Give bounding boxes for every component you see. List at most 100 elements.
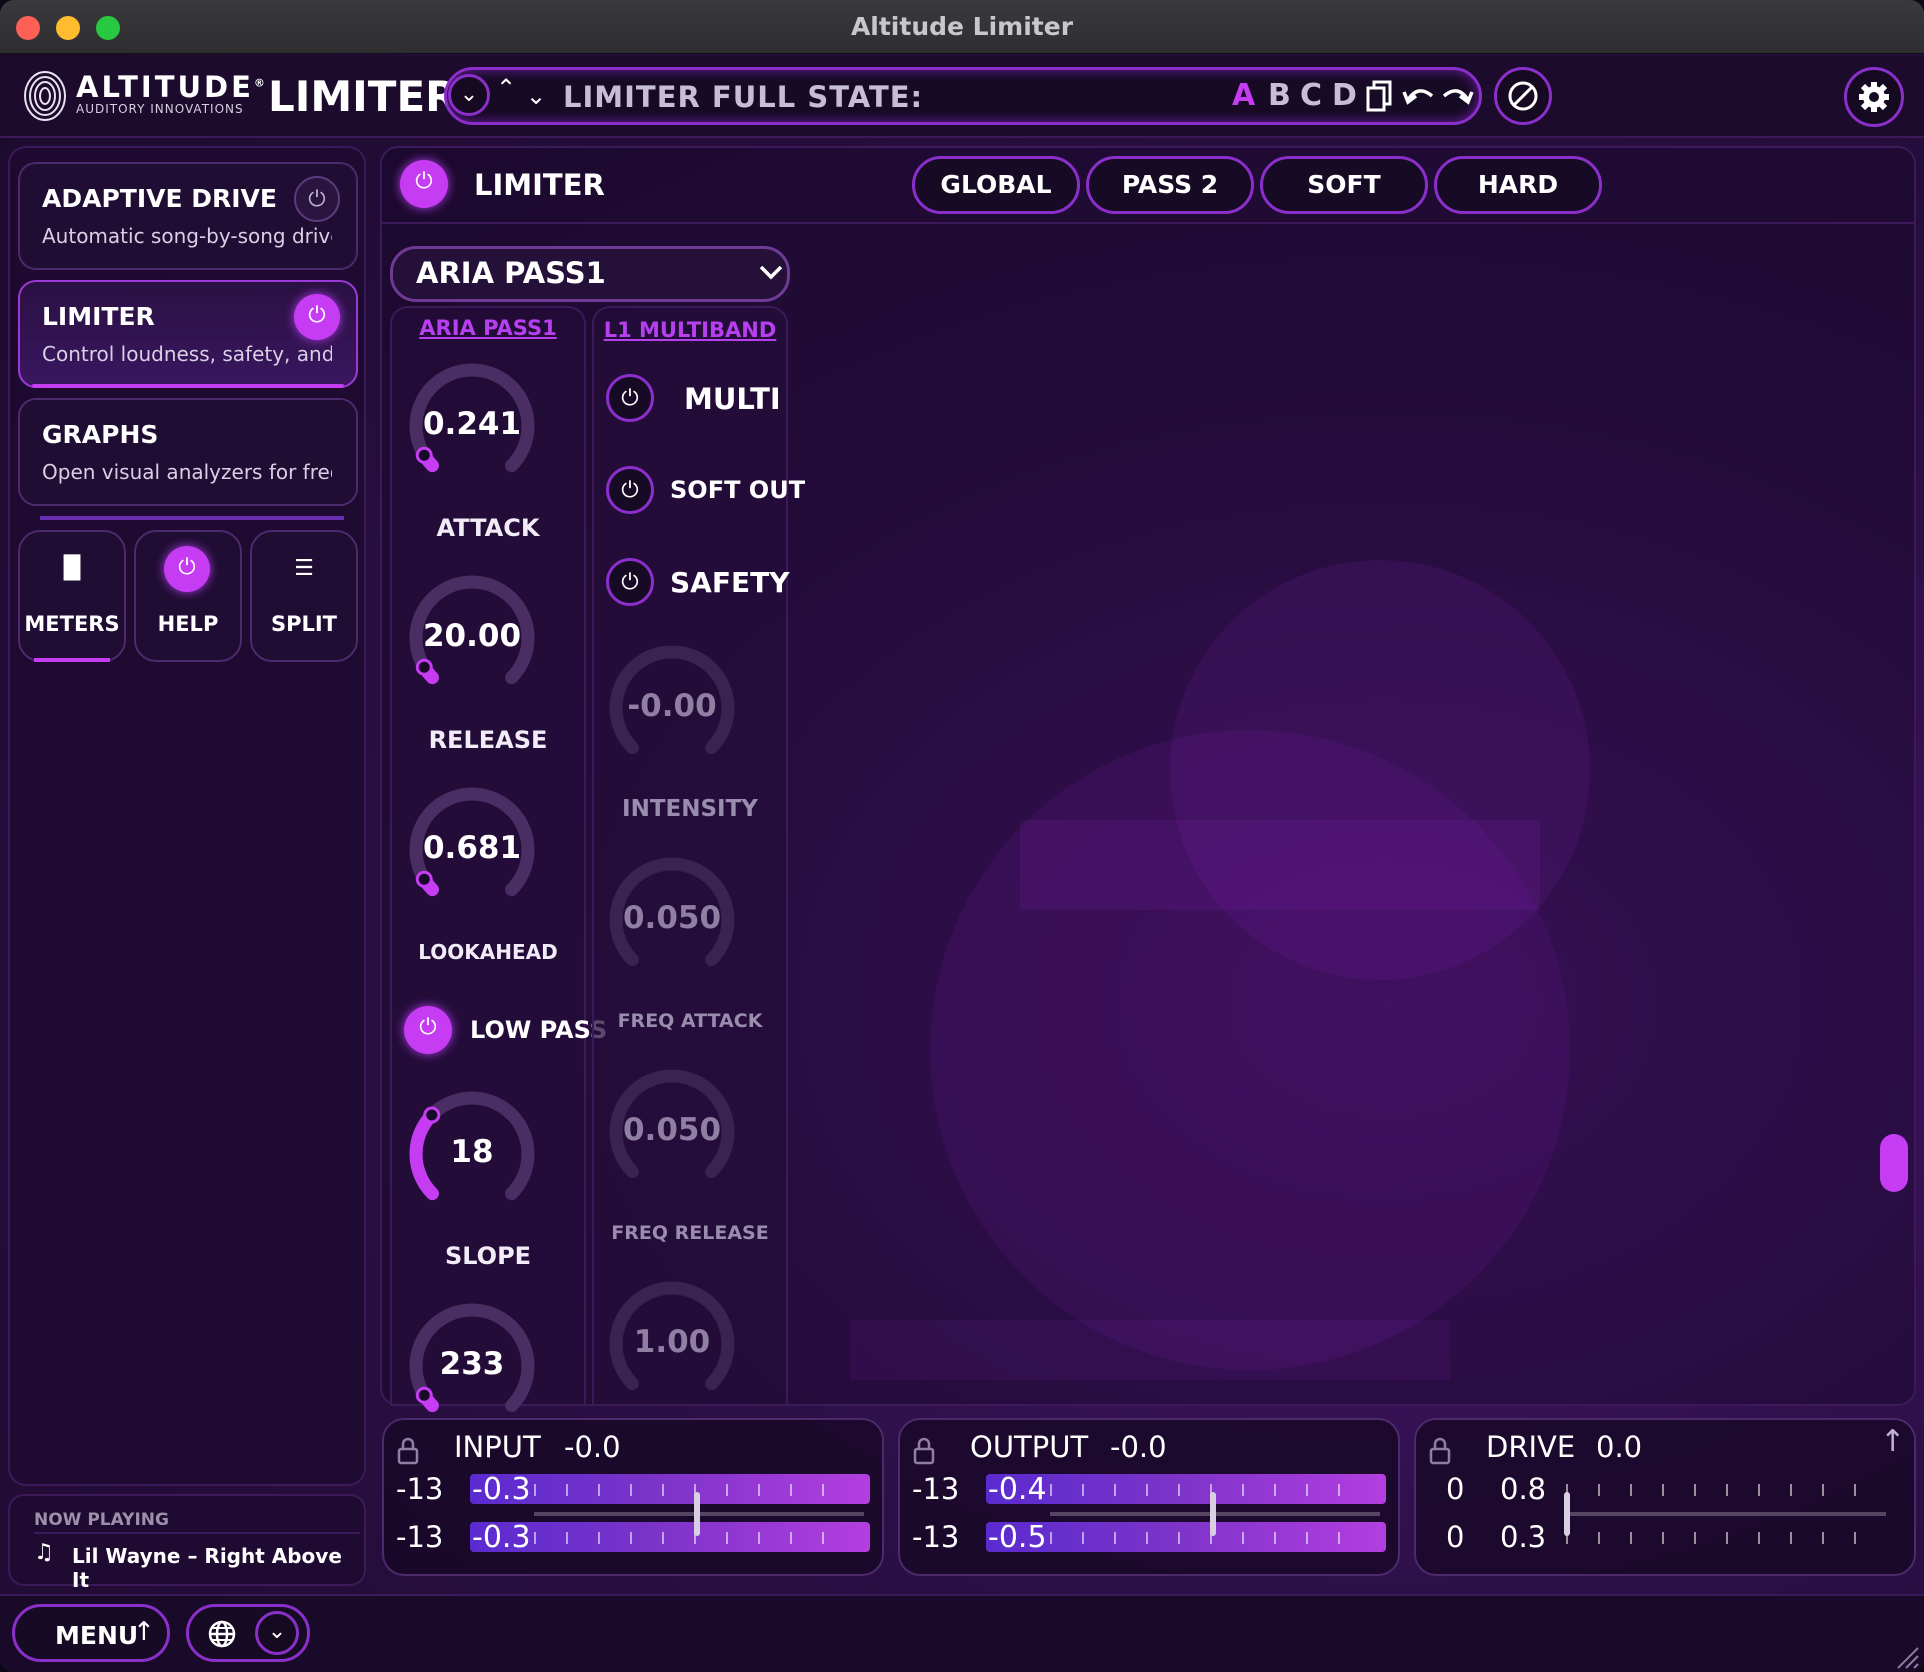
redo-icon[interactable]	[1440, 82, 1474, 110]
module-title: GRAPHS	[42, 420, 159, 449]
low-pass-label: LOW PASS	[470, 1016, 608, 1044]
knob-value: 233	[439, 1346, 505, 1382]
help-button[interactable]: ⏻ HELP	[134, 530, 242, 662]
arrow-up-icon[interactable]: ↑	[1880, 1424, 1905, 1459]
level-value: -0.3	[472, 1520, 531, 1555]
knob-label: RELEASE	[428, 726, 548, 754]
slot-b-button[interactable]: B	[1268, 78, 1291, 113]
limiter-power-toggle[interactable]: ⏻	[400, 160, 448, 208]
soft-out-toggle[interactable]: ⏻	[606, 466, 654, 514]
slot-a-button[interactable]: A	[1232, 78, 1255, 113]
now-playing-track: Lil Wayne – Right Above It	[72, 1544, 342, 1592]
knob-indicator	[423, 1106, 441, 1124]
level-value: 0.3	[1500, 1520, 1547, 1554]
level-value: -0.3	[472, 1472, 531, 1507]
meter-value: -0.0	[564, 1430, 621, 1464]
knob-indicator	[415, 870, 433, 888]
slider-thumb[interactable]	[694, 1492, 700, 1536]
power-icon: ⏻	[621, 386, 639, 411]
scrollbar-thumb[interactable]	[1880, 1134, 1908, 1192]
active-indicator	[34, 658, 110, 662]
bypass-icon	[1508, 81, 1538, 111]
slot-c-button[interactable]: C	[1300, 78, 1322, 113]
meter-ticks	[1566, 1484, 1886, 1496]
lock-icon[interactable]	[912, 1436, 936, 1466]
column-heading[interactable]: ARIA PASS1	[390, 316, 586, 340]
module-card-graphs[interactable]: GRAPHS Open visual analyzers for freque.…	[18, 398, 358, 506]
copy-icon[interactable]	[1366, 80, 1394, 112]
meters-button[interactable]: ▐▌ METERS	[18, 530, 126, 662]
power-icon: ⏻	[415, 169, 433, 194]
menu-label: MENU	[55, 1621, 139, 1650]
soft-out-label: SOFT OUT	[670, 476, 806, 504]
gear-icon	[1859, 82, 1889, 112]
window-title: Altitude Limiter	[850, 12, 1074, 41]
bar-chart-icon: ▐▌	[55, 556, 89, 581]
module-title: LIMITER	[42, 302, 155, 331]
tab-global[interactable]: GLOBAL	[912, 156, 1080, 214]
knob-indicator	[415, 658, 433, 676]
lock-icon[interactable]	[396, 1436, 420, 1466]
meter-min: -13	[396, 1472, 444, 1506]
menu-button[interactable]: MENU ↑	[12, 1604, 170, 1662]
column-heading[interactable]: L1 MULTIBAND	[592, 318, 788, 342]
state-label: LIMITER FULL STATE:	[563, 80, 924, 114]
multi-toggle[interactable]: ⏻	[606, 374, 654, 422]
meter-drive: DRIVE 0.0 0 0.8 0 0.3 ↑	[1414, 1418, 1916, 1576]
drive-slider-track[interactable]	[1566, 1512, 1886, 1516]
module-card-limiter[interactable]: LIMITER Control loudness, safety, and li…	[18, 280, 358, 388]
state-dropdown-button[interactable]: ⌄	[448, 74, 490, 116]
safety-toggle[interactable]: ⏻	[606, 558, 654, 606]
language-selector[interactable]: ⌄	[186, 1604, 310, 1662]
tab-soft[interactable]: SOFT	[1260, 156, 1428, 214]
split-button[interactable]: ☰ SPLIT	[250, 530, 358, 662]
meter-min: 0	[1446, 1520, 1465, 1554]
knob-label: INTENSITY	[622, 796, 758, 822]
undo-icon[interactable]	[1402, 82, 1436, 110]
knob-label: FREQ ATTACK	[617, 1010, 763, 1032]
slot-d-button[interactable]: D	[1332, 78, 1357, 113]
bypass-button[interactable]	[1494, 67, 1552, 125]
level-value: -0.4	[988, 1472, 1047, 1507]
title-bar: Altitude Limiter	[0, 0, 1924, 54]
meter-min: 0	[1446, 1472, 1465, 1506]
meter-label: INPUT	[454, 1430, 541, 1464]
knob-indicator	[415, 1386, 433, 1404]
meter-min: -13	[912, 1520, 960, 1554]
slider-thumb[interactable]	[1564, 1492, 1570, 1536]
meter-min: -13	[396, 1520, 444, 1554]
knob-indicator	[415, 446, 433, 464]
tab-hard[interactable]: HARD	[1434, 156, 1602, 214]
power-icon: ⏻	[419, 1015, 437, 1040]
power-icon: ⏻	[621, 478, 639, 503]
globe-icon	[208, 1620, 236, 1648]
multi-label: MULTI	[684, 382, 781, 416]
chevron-down-icon[interactable]: ⌄	[526, 82, 546, 110]
app-window: Altitude Limiter ALTITUDE® AUDITORY INNO…	[0, 0, 1924, 1672]
slider-thumb[interactable]	[1210, 1492, 1216, 1536]
power-icon[interactable]: ⏻	[294, 176, 340, 222]
now-playing-panel: NOW PLAYING ♫ Lil Wayne – Right Above It	[8, 1494, 366, 1592]
safety-label: SAFETY	[670, 566, 790, 599]
knob-value: 0.681	[422, 830, 522, 866]
divider	[40, 516, 344, 520]
resize-grip-icon[interactable]	[1896, 1646, 1920, 1670]
lock-icon[interactable]	[1428, 1436, 1452, 1466]
split-icon: ☰	[294, 556, 314, 581]
chevron-down-icon: ⌄	[459, 82, 479, 107]
low-pass-toggle[interactable]: ⏻	[404, 1006, 452, 1054]
meter-label: DRIVE	[1486, 1430, 1576, 1464]
meter-input: INPUT -0.0 -13 -0.3 -13 -0.3	[382, 1418, 884, 1576]
power-icon: ⏻	[621, 570, 639, 595]
settings-button[interactable]	[1844, 67, 1904, 127]
meter-value: 0.0	[1596, 1430, 1643, 1464]
chevron-down-icon	[759, 265, 783, 280]
brand-subtitle: AUDITORY INNOVATIONS	[76, 102, 244, 116]
chevron-down-icon[interactable]: ⌄	[255, 1611, 299, 1655]
meter-output: OUTPUT -0.0 -13 -0.4 -13 -0.5	[898, 1418, 1400, 1576]
module-card-adaptive-drive[interactable]: ADAPTIVE DRIVE Automatic song-by-song dr…	[18, 162, 358, 270]
power-icon[interactable]: ⏻	[294, 294, 340, 340]
meter-min: -13	[912, 1472, 960, 1506]
chevron-up-icon[interactable]: ⌃	[496, 74, 516, 102]
tab-pass-2[interactable]: PASS 2	[1086, 156, 1254, 214]
